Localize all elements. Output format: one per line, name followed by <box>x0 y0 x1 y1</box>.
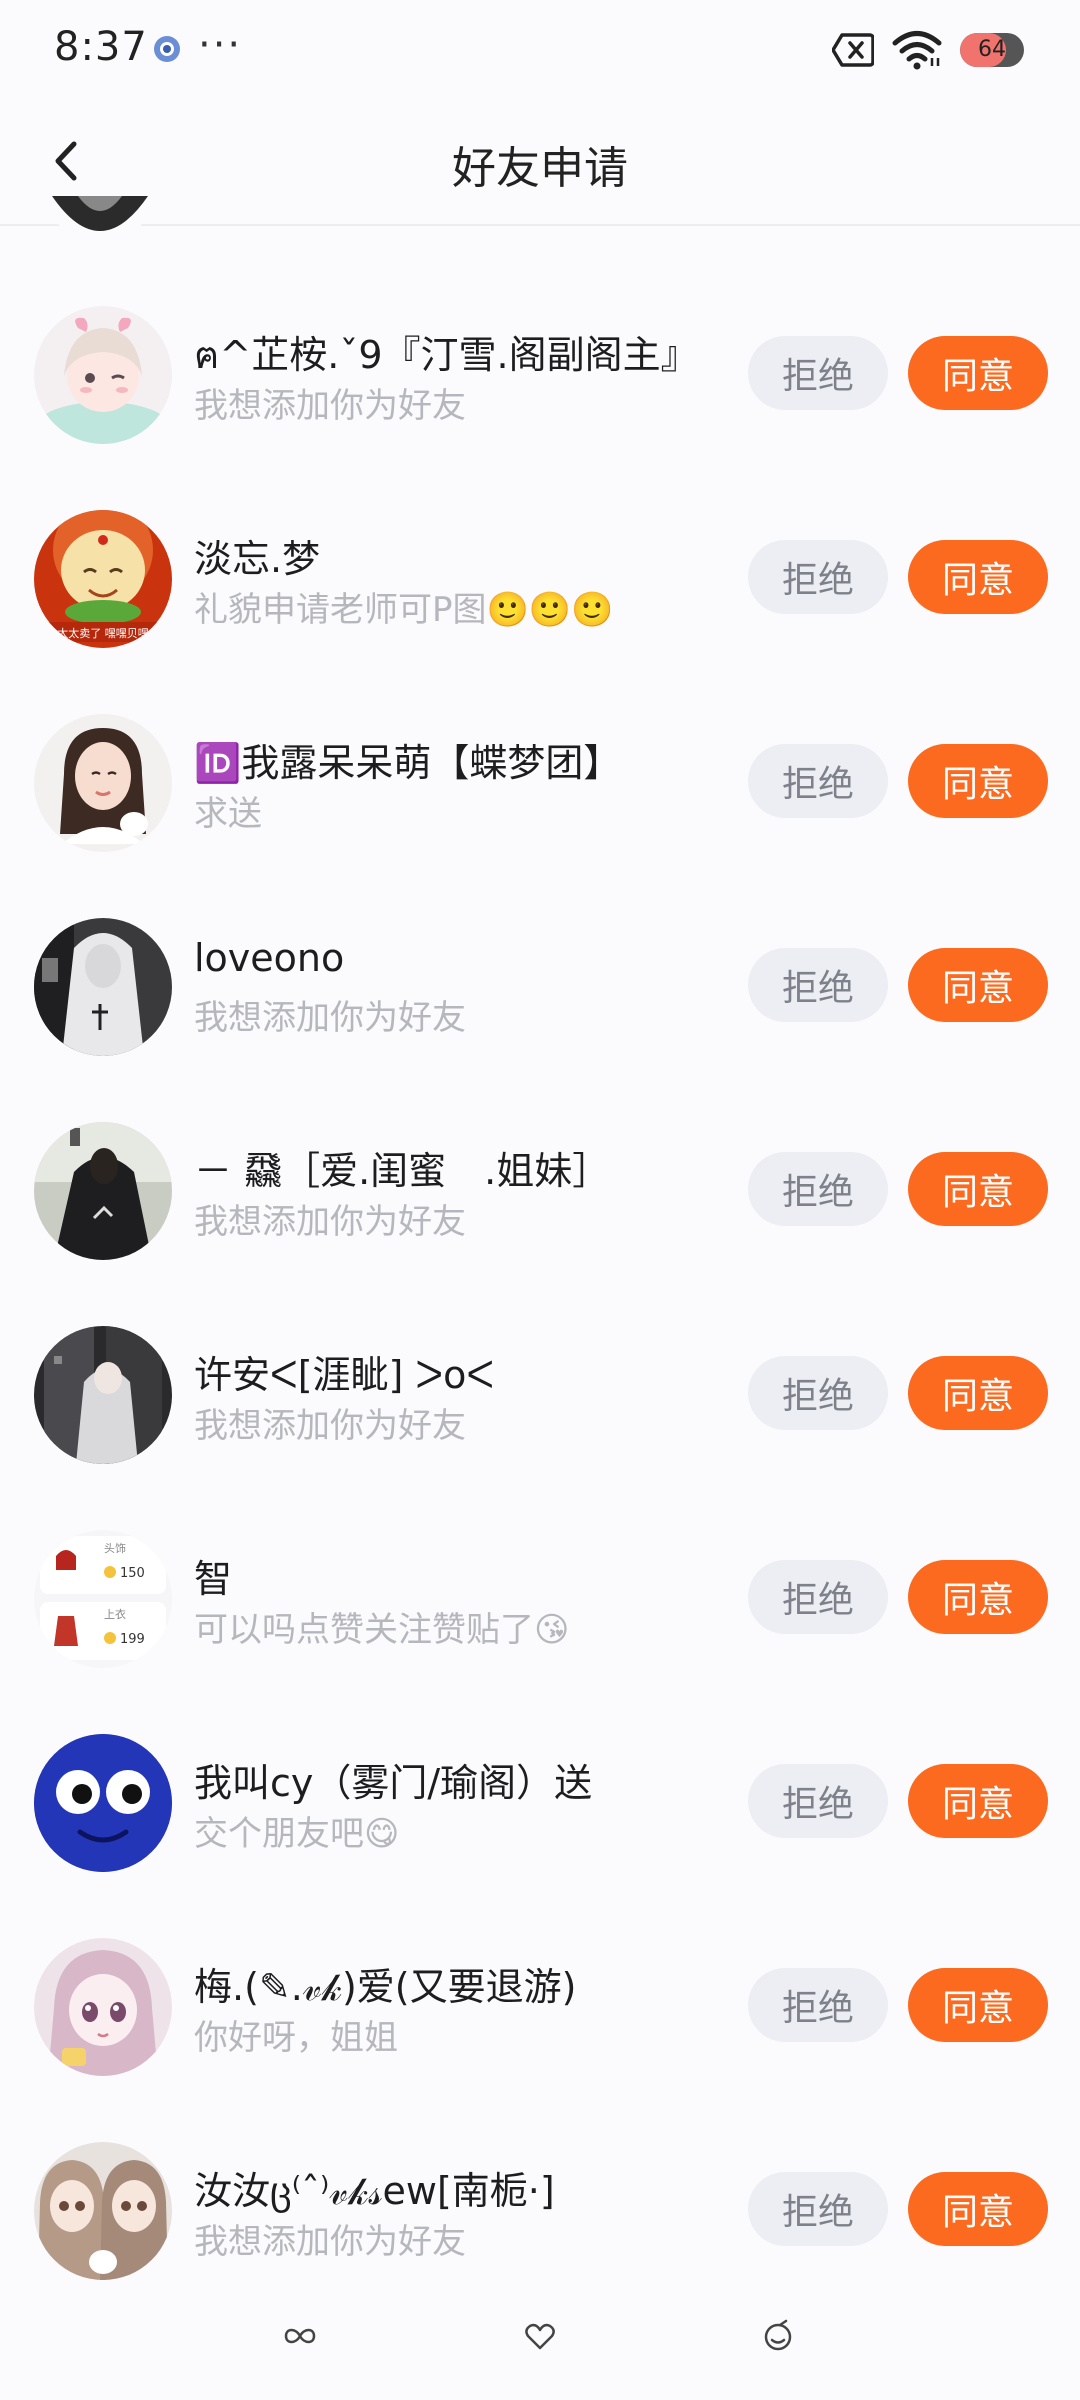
avatar[interactable] <box>34 306 172 444</box>
avatar[interactable] <box>34 714 172 852</box>
requester-name: － 飝［爱.闺蜜 .姐妹］ <box>194 1149 611 1193</box>
item2-label: 上衣 <box>104 1607 126 1621</box>
reject-button[interactable]: 拒绝 <box>748 744 888 818</box>
list-item: 🆔我露呆呆萌【蝶梦团】 求送 拒绝 同意 <box>0 714 1080 918</box>
request-message: 求送 <box>194 794 262 834</box>
list-item: ฅ^芷桉.ˇ9『汀雪.阁副阁主』 我想添加你为好友 拒绝 同意 <box>0 306 1080 510</box>
request-message: 可以吗点赞关注赞贴了😘 <box>194 1610 570 1650</box>
reject-button[interactable]: 拒绝 <box>748 540 888 614</box>
battery-level: 64 <box>978 37 1006 62</box>
agree-button[interactable]: 同意 <box>908 2172 1048 2246</box>
agree-button[interactable]: 同意 <box>908 540 1048 614</box>
agree-button[interactable]: 同意 <box>908 336 1048 410</box>
status-more-dots: ··· <box>198 22 243 68</box>
partial-avatar <box>48 196 152 240</box>
agree-button[interactable]: 同意 <box>908 1560 1048 1634</box>
agree-button[interactable]: 同意 <box>908 1356 1048 1430</box>
request-message: 礼貌申请老师可P图🙂🙂🙂 <box>194 590 614 630</box>
agree-button[interactable]: 同意 <box>908 1152 1048 1226</box>
request-message: 我想添加你为好友 <box>194 2222 466 2262</box>
requester-name: 梅.(✎.𝓋𝓀)爱(又要退游) <box>194 1965 577 2009</box>
request-message: 你好呀，姐姐 <box>194 2018 398 2058</box>
avatar[interactable] <box>34 2142 172 2280</box>
reject-button[interactable]: 拒绝 <box>748 1560 888 1634</box>
item2-price: 199 <box>120 1632 145 1647</box>
reject-button[interactable]: 拒绝 <box>748 1152 888 1226</box>
requester-name: 智 <box>194 1557 233 1601</box>
reject-button[interactable]: 拒绝 <box>748 336 888 410</box>
reject-button[interactable]: 拒绝 <box>748 1356 888 1430</box>
mute-icon <box>832 33 874 67</box>
app-notification-icon <box>154 36 180 62</box>
bottom-nav <box>0 2300 1080 2360</box>
friend-request-screen: 8:37 ··· 64 好友申请 ฅ^芷桉.ˇ9『汀雪.阁副阁主』 我想添加你为… <box>0 0 1080 2400</box>
list-item: 头饰 150 上衣 199 智 可以吗点赞关注赞贴了😘 拒绝 同意 <box>0 1530 1080 1734</box>
request-message: 交个朋友吧😋 <box>194 1814 400 1854</box>
avatar[interactable] <box>34 1326 172 1464</box>
agree-button[interactable]: 同意 <box>908 744 1048 818</box>
requester-name: 淡忘.梦 <box>194 537 321 581</box>
reject-button[interactable]: 拒绝 <box>748 1764 888 1838</box>
list-item: 许安ᐸ[涯眦] ᐳoᐸ 我想添加你为好友 拒绝 同意 <box>0 1326 1080 1530</box>
reject-button[interactable]: 拒绝 <box>748 948 888 1022</box>
smile-icon[interactable] <box>760 2318 796 2354</box>
top-app-bar: 好友申请 <box>0 96 1080 226</box>
request-message: 我想添加你为好友 <box>194 998 466 1038</box>
list-item: loveono 我想添加你为好友 拒绝 同意 <box>0 918 1080 1122</box>
item1-label: 头饰 <box>104 1541 126 1555</box>
requester-name: 🆔我露呆呆萌【蝶梦团】 <box>194 741 622 785</box>
list-item: 梅.(✎.𝓋𝓀)爱(又要退游) 你好呀，姐姐 拒绝 同意 <box>0 1938 1080 2142</box>
page-title: 好友申请 <box>452 143 628 194</box>
requester-name: loveono <box>194 936 345 980</box>
agree-button[interactable]: 同意 <box>908 948 1048 1022</box>
requester-name: 许安ᐸ[涯眦] ᐳoᐸ <box>194 1353 495 1397</box>
heart-icon[interactable] <box>522 2318 558 2354</box>
list-item: 太太卖了 嘿嘿贝嘿 淡忘.梦 礼貌申请老师可P图🙂🙂🙂 拒绝 同意 <box>0 510 1080 714</box>
wifi-icon <box>892 31 942 70</box>
avatar[interactable] <box>34 918 172 1056</box>
reject-button[interactable]: 拒绝 <box>748 1968 888 2042</box>
avatar[interactable]: 头饰 150 上衣 199 <box>34 1530 172 1668</box>
infinity-icon[interactable] <box>282 2318 318 2354</box>
requester-name: 我叫cy（雾门/瑜阁）送 <box>194 1761 593 1805</box>
request-message: 我想添加你为好友 <box>194 1202 466 1242</box>
status-time: 8:37 <box>54 24 148 70</box>
status-indicators: 64 <box>832 28 1024 72</box>
avatar[interactable] <box>34 1122 172 1260</box>
requester-name: 汝汝ც⁽ˆ⁾𝓋𝓀𝓈ew[南栀·] <box>194 2169 555 2213</box>
avatar-caption: 太太卖了 嘿嘿贝嘿 <box>57 627 149 640</box>
reject-button[interactable]: 拒绝 <box>748 2172 888 2246</box>
item1-price: 150 <box>120 1566 145 1581</box>
request-message: 我想添加你为好友 <box>194 386 466 426</box>
status-bar: 8:37 ··· 64 <box>0 0 1080 96</box>
avatar[interactable] <box>34 1938 172 2076</box>
list-item: 我叫cy（雾门/瑜阁）送 交个朋友吧😋 拒绝 同意 <box>0 1734 1080 1938</box>
battery-icon: 64 <box>960 33 1024 67</box>
list-item: － 飝［爱.闺蜜 .姐妹］ 我想添加你为好友 拒绝 同意 <box>0 1122 1080 1326</box>
agree-button[interactable]: 同意 <box>908 1764 1048 1838</box>
avatar[interactable]: 太太卖了 嘿嘿贝嘿 <box>34 510 172 648</box>
agree-button[interactable]: 同意 <box>908 1968 1048 2042</box>
request-message: 我想添加你为好友 <box>194 1406 466 1446</box>
requester-name: ฅ^芷桉.ˇ9『汀雪.阁副阁主』 <box>194 333 699 377</box>
avatar[interactable] <box>34 1734 172 1872</box>
friend-request-list: ฅ^芷桉.ˇ9『汀雪.阁副阁主』 我想添加你为好友 拒绝 同意 太太卖了 嘿嘿贝… <box>0 306 1080 2346</box>
